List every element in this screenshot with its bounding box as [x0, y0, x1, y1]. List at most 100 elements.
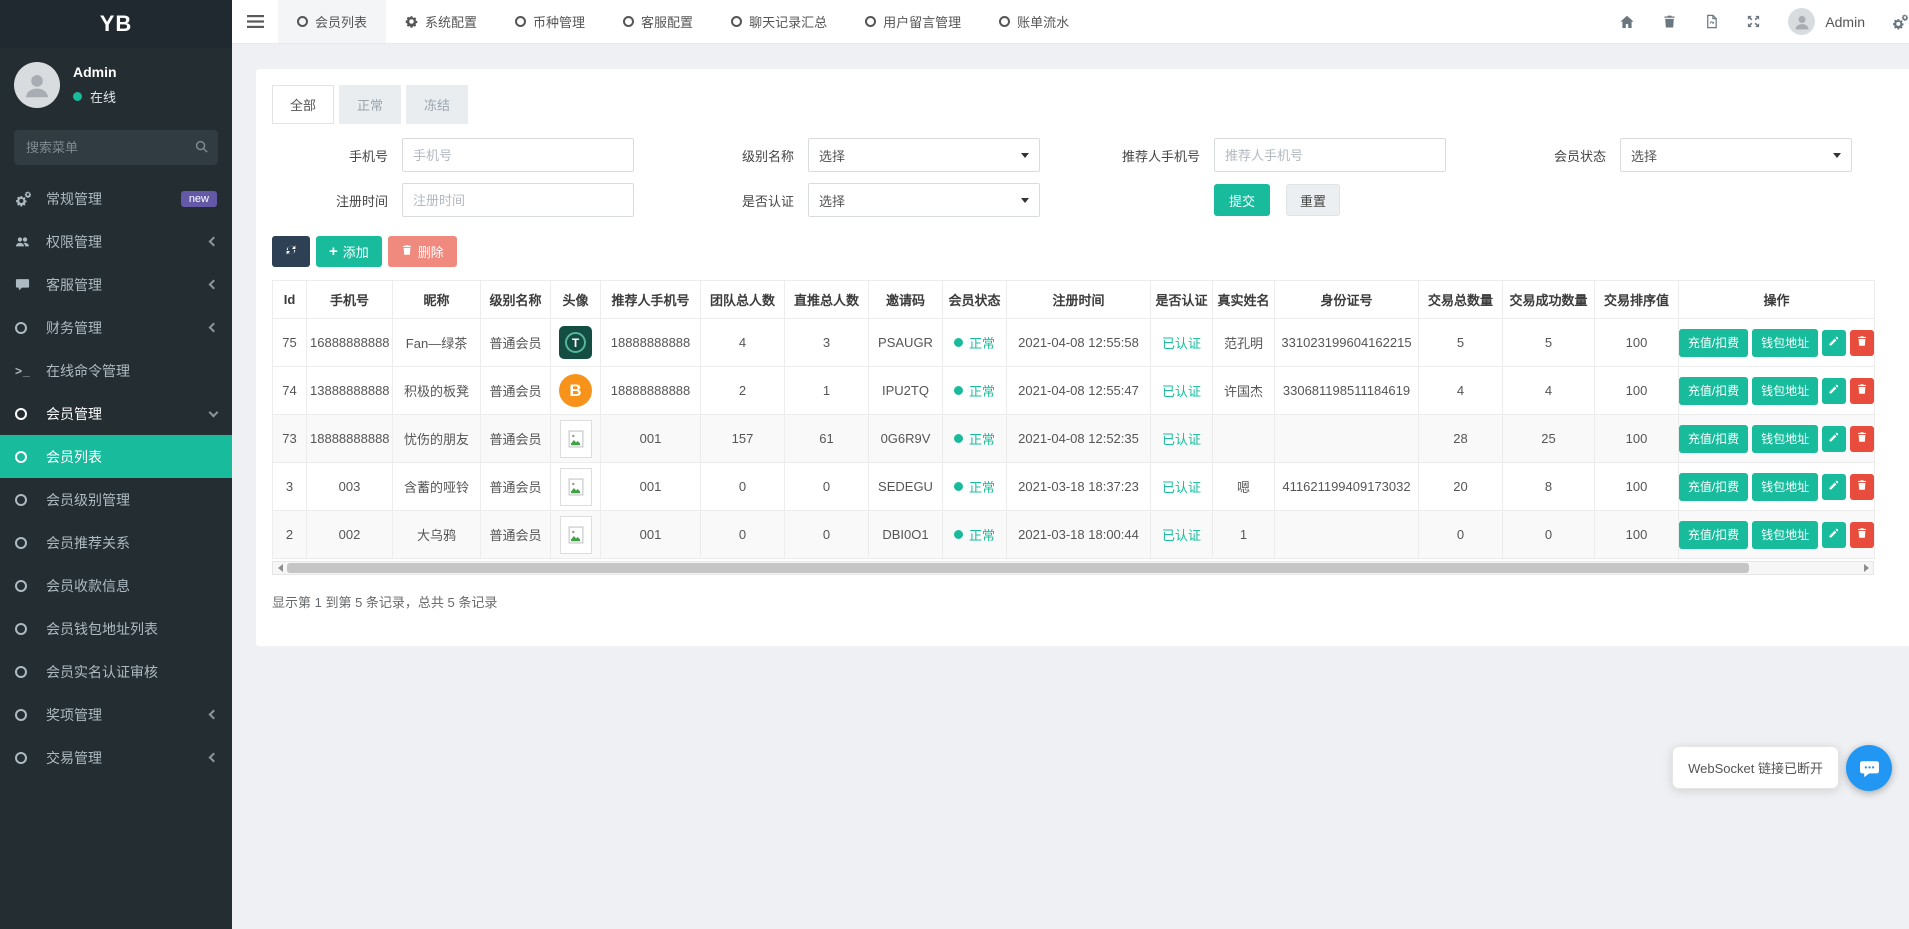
- recharge-deduct-button[interactable]: 充值/扣费: [1679, 377, 1748, 405]
- recharge-deduct-button[interactable]: 充值/扣费: [1679, 425, 1748, 453]
- sidebar-item[interactable]: 会员收款信息: [0, 564, 232, 607]
- status-tab[interactable]: 全部: [272, 85, 334, 124]
- table-row[interactable]: 7318888888888忧伤的朋友普通会员001157610G6R9V正常20…: [273, 415, 1875, 463]
- caret-down-icon: [1021, 153, 1029, 158]
- filter-select[interactable]: 选择: [808, 183, 1040, 217]
- wallet-address-button[interactable]: 钱包地址: [1752, 473, 1818, 501]
- cell-level: 普通会员: [481, 319, 551, 367]
- cell-avatar: B: [551, 367, 601, 415]
- edit-button[interactable]: [1822, 330, 1846, 356]
- top-tab[interactable]: 客服配置: [604, 0, 712, 43]
- trash-icon[interactable]: [1662, 14, 1677, 29]
- circle-icon: [15, 666, 39, 678]
- recharge-deduct-button[interactable]: 充值/扣费: [1679, 521, 1748, 549]
- filter-select[interactable]: 选择: [1620, 138, 1852, 172]
- settings-gears-icon[interactable]: [1892, 14, 1909, 30]
- scrollbar-thumb[interactable]: [287, 563, 1749, 573]
- menu-search-input[interactable]: [14, 130, 218, 165]
- top-tab[interactable]: 用户留言管理: [846, 0, 980, 43]
- cell-regtime: 2021-04-08 12:52:35: [1007, 415, 1151, 463]
- scroll-left-arrow-icon[interactable]: [273, 562, 287, 574]
- home-icon[interactable]: [1619, 14, 1635, 30]
- delete-row-button[interactable]: [1850, 330, 1874, 356]
- sidebar-item[interactable]: 财务管理: [0, 306, 232, 349]
- sidebar-item[interactable]: >_在线命令管理: [0, 349, 232, 392]
- top-tab[interactable]: 币种管理: [496, 0, 604, 43]
- sidebar-item[interactable]: 常规管理new: [0, 177, 232, 220]
- sidebar-item[interactable]: 会员钱包地址列表: [0, 607, 232, 650]
- sidebar-item[interactable]: 会员管理: [0, 392, 232, 435]
- sidebar-item[interactable]: 奖项管理: [0, 693, 232, 736]
- wallet-address-button[interactable]: 钱包地址: [1752, 425, 1818, 453]
- delete-button[interactable]: 删除: [388, 236, 457, 267]
- table-row[interactable]: 3003含蓄的哑铃普通会员00100SEDEGU正常2021-03-18 18:…: [273, 463, 1875, 511]
- top-tab[interactable]: 聊天记录汇总: [712, 0, 846, 43]
- recharge-deduct-button[interactable]: 充值/扣费: [1679, 329, 1748, 357]
- cell-level: 普通会员: [481, 511, 551, 559]
- cell-id: 75: [273, 319, 307, 367]
- edit-button[interactable]: [1822, 474, 1846, 500]
- delete-row-button[interactable]: [1850, 426, 1874, 452]
- table-row[interactable]: 2002大乌鸦普通会员00100DBI0O1正常2021-03-18 18:00…: [273, 511, 1875, 559]
- top-tabs: 会员列表系统配置币种管理客服配置聊天记录汇总用户留言管理账单流水: [278, 0, 1088, 43]
- broken-image-icon: [560, 468, 592, 506]
- table-row[interactable]: 7413888888888积极的板凳普通会员B1888888888821IPU2…: [273, 367, 1875, 415]
- status-tab[interactable]: 正常: [339, 85, 401, 124]
- top-tab[interactable]: 系统配置: [386, 0, 496, 43]
- chevron-left-icon: [209, 710, 219, 720]
- delete-row-button[interactable]: [1850, 474, 1874, 500]
- sidebar-item[interactable]: 会员实名认证审核: [0, 650, 232, 693]
- filter-select[interactable]: 选择: [808, 138, 1040, 172]
- edit-button[interactable]: [1822, 426, 1846, 452]
- clear-cache-icon[interactable]: [1704, 14, 1719, 29]
- status-tab[interactable]: 冻结: [406, 85, 468, 124]
- reset-button[interactable]: 重置: [1286, 184, 1340, 216]
- add-button[interactable]: +添加: [316, 236, 382, 267]
- sidebar-item[interactable]: 会员列表: [0, 435, 232, 478]
- pencil-icon: [1828, 479, 1840, 494]
- pencil-icon: [1828, 335, 1840, 350]
- recharge-deduct-button[interactable]: 充值/扣费: [1679, 473, 1748, 501]
- online-dot-icon: [73, 92, 82, 101]
- edit-button[interactable]: [1822, 522, 1846, 548]
- fullscreen-icon[interactable]: [1746, 14, 1761, 29]
- filter-input[interactable]: [1214, 138, 1446, 172]
- column-header: 团队总人数: [701, 281, 785, 319]
- wallet-address-button[interactable]: 钱包地址: [1752, 377, 1818, 405]
- cell-nickname: 含蓄的哑铃: [393, 463, 481, 511]
- search-icon[interactable]: [194, 139, 209, 157]
- top-tab[interactable]: 账单流水: [980, 0, 1088, 43]
- filter-input[interactable]: [402, 183, 634, 217]
- pencil-icon: [1828, 431, 1840, 446]
- delete-row-button[interactable]: [1850, 522, 1874, 548]
- delete-row-button[interactable]: [1850, 378, 1874, 404]
- sidebar-item[interactable]: 会员级别管理: [0, 478, 232, 521]
- sidebar-item[interactable]: 客服管理: [0, 263, 232, 306]
- scroll-right-arrow-icon[interactable]: [1859, 562, 1873, 574]
- edit-button[interactable]: [1822, 378, 1846, 404]
- cell-tradesuccess: 4: [1503, 367, 1595, 415]
- wallet-address-button[interactable]: 钱包地址: [1752, 521, 1818, 549]
- pencil-icon: [1828, 383, 1840, 398]
- user-status: 在线: [73, 87, 117, 106]
- table-row[interactable]: 7516888888888Fan—绿茶普通会员T1888888888843PSA…: [273, 319, 1875, 367]
- cell-tradesuccess: 5: [1503, 319, 1595, 367]
- chat-widget-button[interactable]: [1846, 745, 1892, 791]
- topbar-user-name[interactable]: Admin: [1825, 14, 1865, 30]
- cell-avatar: T: [551, 319, 601, 367]
- sidebar-item[interactable]: 权限管理: [0, 220, 232, 263]
- verified-badge: 已认证: [1162, 480, 1201, 495]
- top-tab[interactable]: 会员列表: [278, 0, 386, 43]
- wallet-address-button[interactable]: 钱包地址: [1752, 329, 1818, 357]
- cell-tradetotal: 20: [1419, 463, 1503, 511]
- user-avatar-small[interactable]: [1788, 8, 1815, 35]
- filter-field: 手机号: [272, 138, 678, 172]
- filter-label: 注册时间: [272, 191, 402, 210]
- sidebar-item[interactable]: 会员推荐关系: [0, 521, 232, 564]
- submit-button[interactable]: 提交: [1214, 184, 1270, 216]
- refresh-button[interactable]: [272, 236, 310, 267]
- sidebar-item[interactable]: 交易管理: [0, 736, 232, 779]
- hamburger-menu-icon[interactable]: [232, 0, 278, 43]
- filter-label: 手机号: [272, 146, 402, 165]
- filter-input[interactable]: [402, 138, 634, 172]
